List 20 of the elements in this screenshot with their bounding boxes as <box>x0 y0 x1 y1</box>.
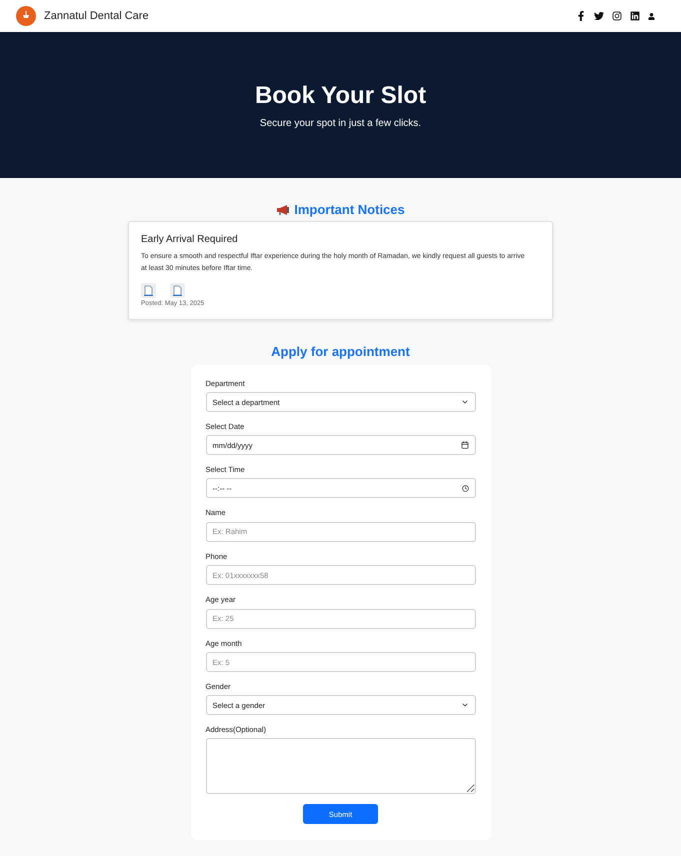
user-icon[interactable] <box>648 12 655 20</box>
brand-name: Zannatul Dental Care <box>44 10 149 22</box>
chevron-icon <box>460 398 468 406</box>
twitter-icon[interactable] <box>594 11 604 21</box>
textarea-field[interactable] <box>206 738 476 794</box>
instagram-icon[interactable] <box>612 11 622 21</box>
chevron-icon <box>460 701 468 709</box>
section-title: Apply for appointment <box>271 344 410 359</box>
document-icon[interactable] <box>141 283 156 298</box>
linkedin-icon[interactable] <box>630 11 640 21</box>
megaphone-icon <box>276 204 290 216</box>
facebook-icon[interactable] <box>576 11 586 21</box>
hero-title: Book Your Slot <box>254 82 426 110</box>
logo-icon <box>16 6 36 26</box>
notice-title: Early Arrival Required <box>141 234 239 245</box>
document-icon[interactable] <box>170 283 185 298</box>
clock-icon[interactable] <box>462 484 468 492</box>
section-title: Important Notices <box>294 202 405 217</box>
calendar-icon[interactable] <box>460 441 468 449</box>
hero-subtitle: Secure your spot in just a few clicks. <box>260 118 422 128</box>
